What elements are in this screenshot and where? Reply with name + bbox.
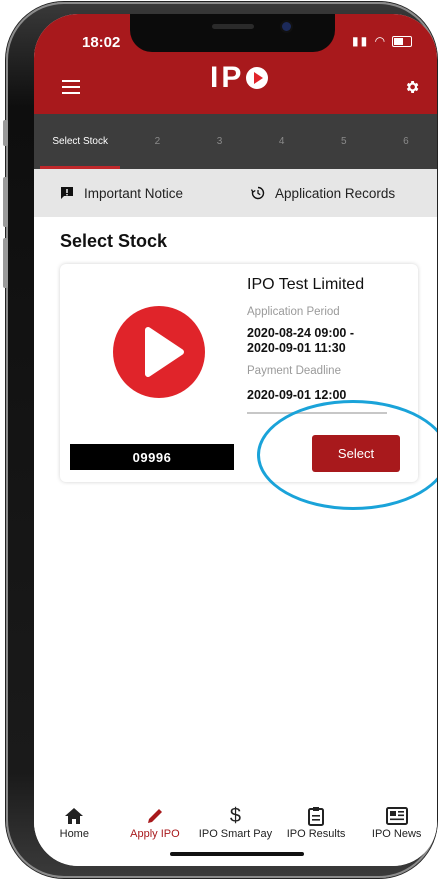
status-time: 18:02	[82, 34, 121, 51]
dollar-icon: $	[229, 804, 242, 827]
highlight-circle	[257, 400, 437, 510]
tab-ipo-results-label: IPO Results	[286, 828, 346, 840]
tab-apply-ipo-label: Apply IPO	[130, 828, 180, 840]
step-3[interactable]: 3	[188, 114, 250, 169]
battery-icon	[392, 36, 413, 48]
app-logo: IP	[210, 61, 269, 95]
application-records-link[interactable]: Application Records	[251, 186, 395, 201]
payment-deadline-label: Payment Deadline	[247, 365, 341, 377]
app-screen: 18:02 ▮▮ ◠ IP Select Stock 2 3 4 5 6 Imp…	[34, 14, 437, 866]
newspaper-icon	[385, 804, 408, 828]
stock-code: 09996	[70, 444, 234, 470]
tab-ipo-news[interactable]: IPO News	[357, 790, 437, 866]
notice-icon	[61, 187, 73, 199]
application-records-label: Application Records	[275, 185, 396, 201]
gear-icon[interactable]	[404, 79, 420, 95]
notice-bar: Important Notice Application Records	[34, 169, 437, 217]
stock-play-logo-icon	[113, 306, 205, 398]
tab-home-label: Home	[59, 828, 89, 840]
important-notice-link[interactable]: Important Notice	[60, 186, 183, 201]
front-camera	[282, 22, 291, 31]
home-indicator	[170, 852, 304, 856]
wifi-icon: ◠	[374, 34, 388, 48]
logo-play-icon	[246, 67, 269, 89]
application-period-end: 2020-09-01 11:30	[247, 341, 346, 355]
step-4[interactable]: 4	[251, 114, 313, 169]
phone-volume-down-button	[3, 238, 8, 288]
menu-icon[interactable]	[62, 80, 80, 98]
step-5[interactable]: 5	[313, 114, 375, 169]
speaker-grille	[212, 24, 254, 29]
tab-ipo-news-label: IPO News	[371, 828, 422, 840]
phone-volume-up-button	[3, 177, 8, 227]
application-period-start: 2020-08-24 09:00 -	[247, 326, 355, 340]
stock-name: IPO Test Limited	[247, 276, 365, 293]
status-icons: ▮▮ ◠	[352, 34, 413, 48]
pencil-icon	[145, 804, 165, 828]
tab-ipo-smart-pay-label: IPO Smart Pay	[198, 828, 273, 840]
clipboard-icon	[307, 804, 325, 828]
page-title: Select Stock	[60, 231, 168, 251]
tab-home[interactable]: Home	[34, 790, 114, 866]
signal-icon: ▮▮	[352, 34, 370, 48]
important-notice-label: Important Notice	[84, 185, 184, 201]
application-period-label: Application Period	[247, 306, 340, 318]
step-6[interactable]: 6	[375, 114, 437, 169]
home-icon	[64, 804, 84, 828]
logo-text: IP	[210, 61, 245, 94]
phone-side-button	[3, 120, 8, 146]
history-icon	[251, 186, 265, 200]
phone-notch	[130, 14, 335, 52]
step-select-stock[interactable]: Select Stock	[34, 114, 126, 169]
step-2[interactable]: 2	[126, 114, 188, 169]
step-tabs: Select Stock 2 3 4 5 6	[34, 114, 437, 169]
phone-frame: 18:02 ▮▮ ◠ IP Select Stock 2 3 4 5 6 Imp…	[3, 2, 437, 878]
